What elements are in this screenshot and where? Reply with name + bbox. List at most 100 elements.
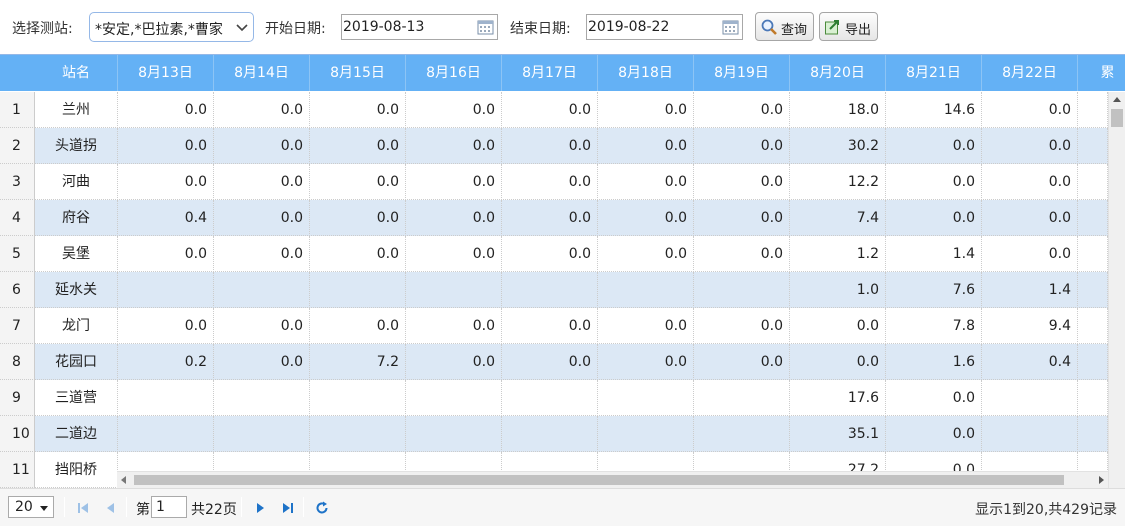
rainfall-value-cell: 0.0 [502,344,598,380]
column-header[interactable]: 累 [1078,55,1125,91]
scroll-up-arrow-icon[interactable] [1113,97,1121,102]
vertical-scrollbar[interactable] [1108,92,1125,488]
table-row[interactable]: 二道边 35.1 0.0 [35,416,1108,452]
rainfall-value-cell: 0.0 [214,92,310,128]
rainfall-value-cell: 0.0 [598,236,694,272]
column-header[interactable]: 8月22日 [982,55,1078,91]
column-header-station[interactable]: 站名 [35,55,118,91]
station-name-cell: 河曲 [35,164,118,200]
rainfall-value-cell: 0.0 [790,344,886,380]
rainfall-value-cell: 0.0 [406,308,502,344]
row-number: 10 [0,416,35,452]
rainfall-value-cell [214,272,310,308]
rainfall-value-cell: 0.0 [886,164,982,200]
rainfall-value-cell: 0.0 [214,344,310,380]
rainfall-value-cell [694,272,790,308]
total-cell [1078,272,1108,308]
next-page-icon[interactable] [253,501,267,515]
station-name-cell: 挡阳桥 [35,452,118,488]
calendar-icon[interactable] [477,19,494,35]
rainfall-value-cell: 7.6 [886,272,982,308]
row-number: 9 [0,380,35,416]
rainfall-value-cell: 0.0 [310,128,406,164]
end-date-input[interactable]: 2019-08-22 [586,14,743,40]
column-header[interactable]: 8月16日 [406,55,502,91]
column-header[interactable]: 8月21日 [886,55,982,91]
pagination-bar: 20 第 1 共22页 显示1到20,共429记录 [0,488,1125,526]
row-number: 11 [0,452,35,488]
rainfall-value-cell: 0.0 [694,92,790,128]
calendar-icon[interactable] [722,19,739,35]
scroll-left-arrow-icon[interactable] [121,476,126,484]
table-row[interactable]: 延水关 1.0 7.6 1.4 [35,272,1108,308]
table-row[interactable]: 头道拐 0.0 0.0 0.0 0.0 0.0 0.0 0.0 30.2 0.0 0.0 [35,128,1108,164]
rainfall-value-cell [598,416,694,452]
start-date-value: 2019-08-13 [343,19,425,35]
column-header[interactable]: 8月19日 [694,55,790,91]
page-total: 共22页 [191,502,237,518]
vertical-scroll-thumb[interactable] [1111,109,1123,127]
station-label: 选择测站: [12,21,73,37]
caret-down-icon [40,506,48,511]
rainfall-value-cell: 0.0 [502,164,598,200]
rainfall-value-cell [406,272,502,308]
horizontal-scrollbar[interactable] [117,471,1108,488]
table-row[interactable]: 花园口 0.2 0.0 7.2 0.0 0.0 0.0 0.0 0.0 1.6 0.4 [35,344,1108,380]
table-row[interactable]: 府谷 0.4 0.0 0.0 0.0 0.0 0.0 0.0 7.4 0.0 0.0 [35,200,1108,236]
station-name-cell: 头道拐 [35,128,118,164]
table-row[interactable]: 三道营 17.6 0.0 [35,380,1108,416]
station-name-cell: 龙门 [35,308,118,344]
rainfall-value-cell: 7.8 [886,308,982,344]
first-page-icon[interactable] [76,501,90,515]
total-cell [1078,380,1108,416]
refresh-icon[interactable] [315,501,329,515]
rainfall-value-cell [406,380,502,416]
rainfall-value-cell: 35.1 [790,416,886,452]
column-header[interactable]: 8月14日 [214,55,310,91]
rainfall-value-cell: 7.4 [790,200,886,236]
row-number: 6 [0,272,35,308]
row-number: 4 [0,200,35,236]
rainfall-value-cell: 0.0 [982,200,1078,236]
table-row[interactable]: 河曲 0.0 0.0 0.0 0.0 0.0 0.0 0.0 12.2 0.0 0.0 [35,164,1108,200]
column-header[interactable]: 8月15日 [310,55,406,91]
total-cell [1078,308,1108,344]
rainfall-value-cell [694,416,790,452]
rainfall-value-cell: 0.0 [214,236,310,272]
end-date-label: 结束日期: [510,21,571,37]
column-header[interactable]: 8月17日 [502,55,598,91]
page-number-input[interactable]: 1 [151,496,187,518]
table-row[interactable]: 兰州 0.0 0.0 0.0 0.0 0.0 0.0 0.0 18.0 14.6 0.0 [35,92,1108,128]
rainfall-value-cell: 0.0 [886,200,982,236]
station-name-cell: 花园口 [35,344,118,380]
toolbar: 选择测站: *安定,*巴拉素,*曹家 开始日期: 2019-08-13 结束日期… [0,0,1125,54]
station-select[interactable]: *安定,*巴拉素,*曹家 [89,12,254,42]
rainfall-value-cell: 0.0 [406,128,502,164]
rainfall-value-cell: 0.0 [118,308,214,344]
rainfall-value-cell [118,416,214,452]
scroll-right-arrow-icon[interactable] [1099,476,1104,484]
query-button[interactable]: 查询 [755,12,814,41]
column-header[interactable]: 8月18日 [598,55,694,91]
start-date-input[interactable]: 2019-08-13 [341,14,498,40]
rainfall-value-cell [502,380,598,416]
pager-divider [303,497,304,517]
total-cell [1078,344,1108,380]
table-row[interactable]: 龙门 0.0 0.0 0.0 0.0 0.0 0.0 0.0 0.0 7.8 9.4 [35,308,1108,344]
rainfall-value-cell: 0.0 [214,164,310,200]
horizontal-scroll-thumb[interactable] [134,475,1064,485]
rainfall-value-cell: 0.0 [118,164,214,200]
table-row[interactable]: 吴堡 0.0 0.0 0.0 0.0 0.0 0.0 0.0 1.2 1.4 0.0 [35,236,1108,272]
last-page-icon[interactable] [281,501,295,515]
column-header[interactable]: 8月13日 [118,55,214,91]
rainfall-value-cell: 0.0 [694,236,790,272]
export-button[interactable]: 导出 [819,12,878,41]
rainfall-value-cell: 0.2 [118,344,214,380]
rainfall-value-cell [310,416,406,452]
page-size-value: 20 [15,499,33,515]
previous-page-icon[interactable] [104,501,118,515]
station-name-cell: 三道营 [35,380,118,416]
page-size-select[interactable]: 20 [8,496,54,518]
rainfall-value-cell: 0.0 [694,164,790,200]
column-header[interactable]: 8月20日 [790,55,886,91]
